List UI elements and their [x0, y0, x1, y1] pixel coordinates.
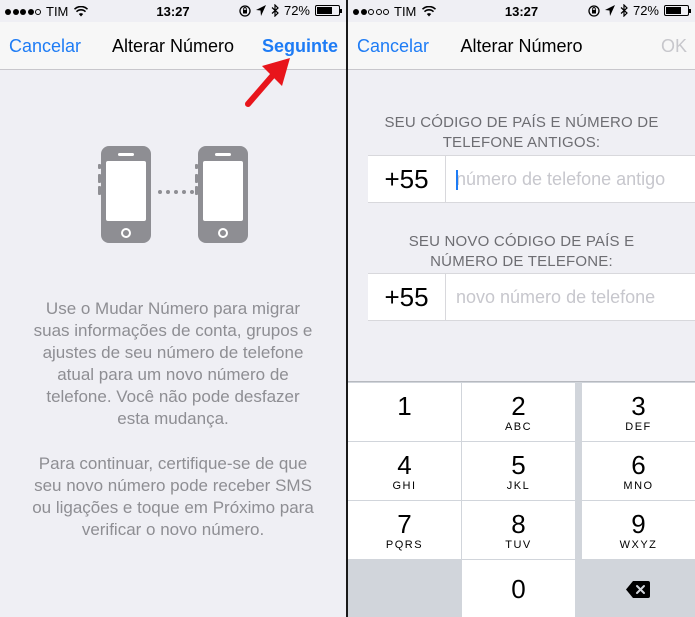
new-country-code-field[interactable]: +55 [368, 274, 446, 320]
status-right-group: 72% [239, 3, 342, 18]
status-bar: TIM 13:27 72% [348, 0, 695, 22]
battery-icon [664, 5, 691, 16]
status-right-group: 72% [588, 3, 691, 18]
old-number-row: +55 [368, 155, 695, 203]
ok-button[interactable]: OK [661, 36, 687, 57]
key-5[interactable]: 5 JKL [462, 442, 575, 500]
old-number-label: SEU CÓDIGO DE PAÍS E NÚMERO DE TELEFONE … [384, 114, 659, 151]
key-1[interactable]: 1 [348, 383, 461, 441]
delete-key-icon [626, 581, 650, 598]
new-phone-number-input[interactable] [446, 274, 695, 320]
old-phone-number-input[interactable] [446, 156, 695, 202]
battery-percent: 72% [283, 3, 310, 18]
transfer-dots [158, 190, 194, 194]
nav-bar: Cancelar Alterar Número OK [348, 22, 695, 70]
numeric-keypad: 1 2 ABC 3 DEF 4 GHI 5 JKL 6 MNO 7 PQRS 8 TUV 9W… [348, 381, 695, 617]
delete-key[interactable] [582, 560, 695, 617]
location-arrow-icon [604, 5, 615, 16]
new-number-label: SEU NOVO CÓDIGO DE PAÍS E NÚMERO DE TELE… [408, 233, 635, 270]
key-3[interactable]: 3 DEF [582, 383, 695, 441]
new-phone-icon [195, 146, 248, 243]
bluetooth-icon [271, 4, 279, 17]
next-button[interactable]: Seguinte [262, 36, 338, 57]
key-6[interactable]: 6 MNO [582, 442, 695, 500]
battery-percent: 72% [632, 3, 659, 18]
key-0[interactable]: 0 [462, 560, 575, 617]
description-paragraph-2: Para continuar, certifique-se de que seu… [32, 454, 314, 539]
text-caret [456, 170, 458, 190]
red-arrow-annotation [245, 58, 290, 107]
right-screen: TIM 13:27 72% Cancelar Alterar Número OK… [348, 0, 695, 617]
battery-icon [315, 5, 342, 16]
old-phone-icon [98, 146, 151, 243]
key-4[interactable]: 4 GHI [348, 442, 461, 500]
key-8[interactable]: 8 TUV [462, 501, 575, 559]
key-7[interactable]: 7 PQRS [348, 501, 461, 559]
lock-rotation-icon [588, 4, 600, 17]
key-9[interactable]: 9 WXYZ [582, 501, 695, 559]
key-blank [348, 560, 461, 617]
new-number-row: +55 [368, 273, 695, 321]
key-2[interactable]: 2 ABC [462, 383, 575, 441]
phones-illustration [0, 146, 346, 246]
status-bar: TIM 13:27 72% [0, 0, 346, 22]
page-title: Alterar Número [460, 36, 583, 56]
left-screen: TIM 13:27 72% Cancelar Alterar Número Se… [0, 0, 346, 617]
location-arrow-icon [255, 5, 266, 16]
bluetooth-icon [620, 4, 628, 17]
description-paragraph-1: Use o Mudar Número para migrar suas info… [33, 299, 313, 428]
nav-bar: Cancelar Alterar Número Seguinte [0, 22, 346, 70]
old-country-code-field[interactable]: +55 [368, 156, 446, 202]
lock-rotation-icon [239, 4, 251, 17]
